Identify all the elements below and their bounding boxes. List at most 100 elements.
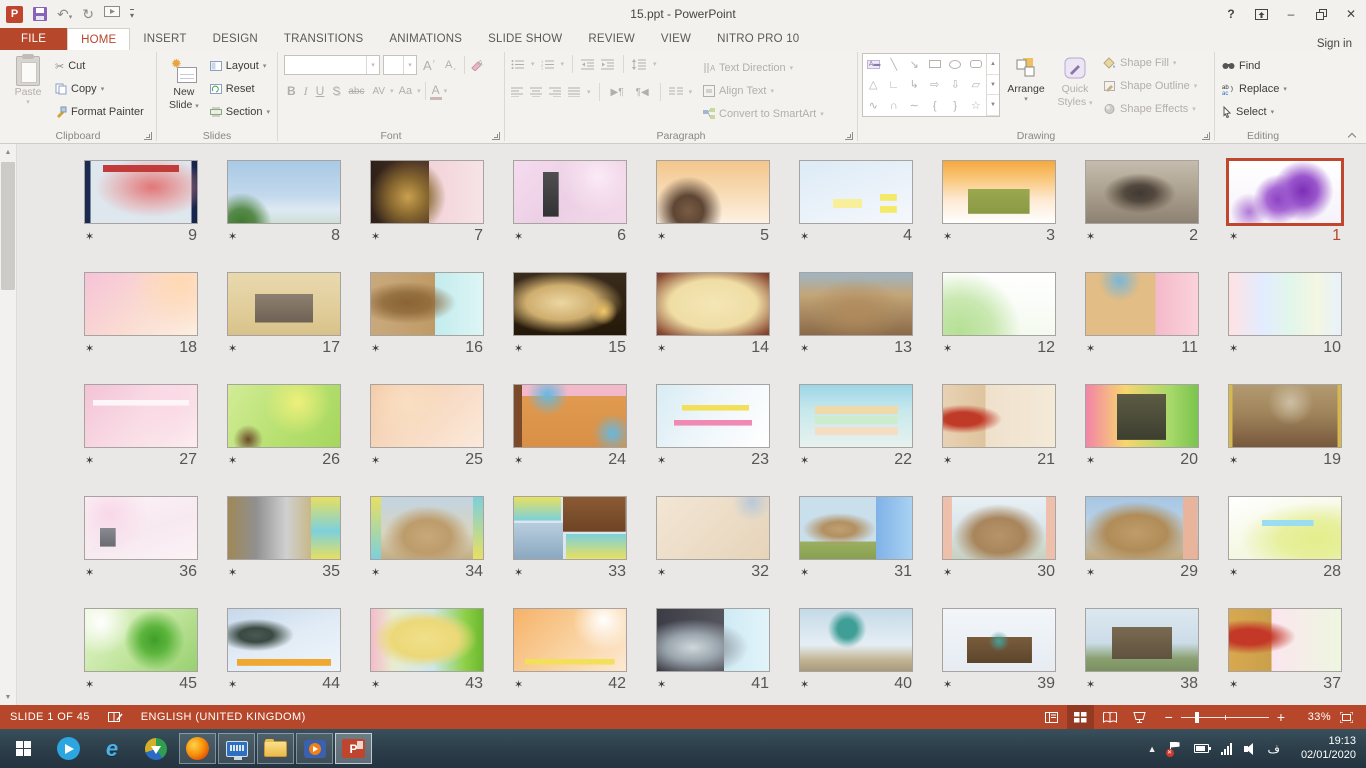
action-center-flag-icon[interactable]: ✕: [1169, 742, 1182, 756]
transition-star-icon[interactable]: ✶: [1229, 342, 1238, 355]
redo-icon[interactable]: ↻: [82, 7, 94, 21]
justify-icon[interactable]: [568, 87, 581, 97]
transition-star-icon[interactable]: ✶: [1086, 678, 1095, 691]
taskbar-telegram-icon[interactable]: [48, 733, 88, 765]
format-painter-button[interactable]: Format Painter: [52, 101, 147, 123]
transition-star-icon[interactable]: ✶: [1229, 454, 1238, 467]
slide-thumbnail[interactable]: [227, 496, 341, 560]
transition-star-icon[interactable]: ✶: [85, 230, 94, 243]
slide-thumbnail[interactable]: [1228, 384, 1342, 448]
transition-star-icon[interactable]: ✶: [1229, 678, 1238, 691]
tab-transitions[interactable]: TRANSITIONS: [271, 28, 377, 50]
slide-thumbnail[interactable]: [942, 384, 1056, 448]
slide-thumbnail[interactable]: [1228, 496, 1342, 560]
taskbar-media-player-icon[interactable]: [296, 733, 333, 764]
shapes-gallery-scrollbar[interactable]: ▲ ▼ ▼: [986, 54, 999, 116]
slide-thumbnail[interactable]: [1085, 160, 1199, 224]
rounded-rectangle-shape-icon[interactable]: [970, 60, 982, 68]
grow-font-icon[interactable]: Aʾ: [420, 58, 439, 73]
slide-thumbnail[interactable]: [513, 384, 627, 448]
find-button[interactable]: Find: [1219, 55, 1290, 77]
transition-star-icon[interactable]: ✶: [228, 678, 237, 691]
font-color-icon[interactable]: A: [430, 83, 442, 100]
ltr-direction-icon[interactable]: ▶¶: [608, 87, 627, 98]
slide-sorter-view-icon[interactable]: [1067, 705, 1094, 729]
transition-star-icon[interactable]: ✶: [371, 454, 380, 467]
text-shadow-icon[interactable]: S: [329, 84, 343, 98]
elbow-arrow-connector-icon[interactable]: ↳: [910, 78, 919, 91]
arc-shape-icon[interactable]: ∩: [890, 100, 898, 112]
slide-counter[interactable]: SLIDE 1 OF 45: [10, 711, 90, 723]
change-case-icon[interactable]: Aa: [396, 85, 415, 97]
transition-star-icon[interactable]: ✶: [800, 678, 809, 691]
tray-show-hidden-icons[interactable]: ▲: [1148, 744, 1157, 754]
shape-outline-button[interactable]: Shape Outline▾: [1100, 75, 1200, 97]
slide-thumbnail[interactable]: [513, 608, 627, 672]
shape-fill-button[interactable]: Shape Fill▾: [1100, 52, 1200, 74]
shrink-font-icon[interactable]: Aˏ: [442, 59, 459, 71]
slide-thumbnail[interactable]: [1085, 496, 1199, 560]
increase-indent-icon[interactable]: [601, 59, 615, 70]
taskbar-download-manager-icon[interactable]: [136, 733, 176, 765]
transition-star-icon[interactable]: ✶: [228, 566, 237, 579]
elbow-connector-icon[interactable]: ∟: [888, 79, 899, 91]
slide-thumbnail[interactable]: [1085, 384, 1199, 448]
slide-thumbnail[interactable]: [370, 160, 484, 224]
tab-animations[interactable]: ANIMATIONS: [376, 28, 475, 50]
slide-thumbnail[interactable]: [942, 496, 1056, 560]
battery-icon[interactable]: [1194, 744, 1209, 753]
transition-star-icon[interactable]: ✶: [657, 678, 666, 691]
transition-star-icon[interactable]: ✶: [800, 454, 809, 467]
text-box-shape-icon[interactable]: A▬: [867, 60, 880, 69]
left-brace-shape-icon[interactable]: {: [933, 100, 937, 112]
down-arrow-shape-icon[interactable]: ⇩: [951, 78, 960, 91]
transition-star-icon[interactable]: ✶: [800, 230, 809, 243]
quick-styles-button[interactable]: Quick Styles ▾: [1052, 50, 1098, 120]
transition-star-icon[interactable]: ✶: [943, 342, 952, 355]
transition-star-icon[interactable]: ✶: [657, 454, 666, 467]
transition-star-icon[interactable]: ✶: [371, 342, 380, 355]
keyboard-language-indicator[interactable]: ف: [1268, 742, 1280, 756]
slide-thumbnail[interactable]: [1228, 160, 1342, 224]
slide-thumbnail[interactable]: [799, 496, 913, 560]
arrow-shape-icon[interactable]: ↘: [910, 58, 919, 71]
customize-qat-icon[interactable]: ▾: [130, 9, 134, 20]
tab-review[interactable]: REVIEW: [575, 28, 648, 50]
transition-star-icon[interactable]: ✶: [514, 678, 523, 691]
columns-icon[interactable]: [669, 87, 683, 97]
slide-thumbnail[interactable]: [656, 160, 770, 224]
slide-thumbnail[interactable]: [656, 272, 770, 336]
slide-thumbnail[interactable]: [84, 608, 198, 672]
transition-star-icon[interactable]: ✶: [657, 342, 666, 355]
triangle-shape-icon[interactable]: △: [869, 78, 877, 91]
zoom-slider-thumb[interactable]: [1195, 712, 1199, 723]
slide-thumbnail[interactable]: [1085, 608, 1199, 672]
copy-button[interactable]: Copy▾: [52, 78, 147, 100]
start-button[interactable]: [0, 729, 46, 768]
shapes-scroll-up-icon[interactable]: ▲: [987, 54, 999, 75]
transition-star-icon[interactable]: ✶: [85, 342, 94, 355]
font-size-combobox[interactable]: ▾: [383, 55, 417, 75]
transition-star-icon[interactable]: ✶: [800, 566, 809, 579]
cut-button[interactable]: ✂Cut: [52, 55, 147, 77]
tab-design[interactable]: DESIGN: [200, 28, 271, 50]
save-icon[interactable]: [33, 7, 47, 21]
transition-star-icon[interactable]: ✶: [1086, 230, 1095, 243]
transition-star-icon[interactable]: ✶: [371, 566, 380, 579]
decrease-indent-icon[interactable]: [581, 59, 595, 70]
tab-view[interactable]: VIEW: [648, 28, 704, 50]
vertical-scrollbar[interactable]: ▲ ▼: [0, 144, 17, 705]
tab-nitro-pro[interactable]: NITRO PRO 10: [704, 28, 812, 50]
slide-thumbnail[interactable]: [799, 160, 913, 224]
shapes-scroll-down-icon[interactable]: ▼: [987, 75, 999, 96]
scribble-shape-icon[interactable]: ∿: [869, 99, 878, 112]
reset-button[interactable]: Reset: [207, 78, 273, 100]
zoom-out-icon[interactable]: −: [1165, 710, 1173, 724]
character-spacing-icon[interactable]: AV: [369, 86, 388, 97]
help-icon[interactable]: ?: [1216, 0, 1246, 28]
slide-thumbnail[interactable]: [513, 160, 627, 224]
transition-star-icon[interactable]: ✶: [371, 230, 380, 243]
transition-star-icon[interactable]: ✶: [943, 454, 952, 467]
transition-star-icon[interactable]: ✶: [371, 678, 380, 691]
curve-shape-icon[interactable]: ∼: [910, 99, 919, 112]
